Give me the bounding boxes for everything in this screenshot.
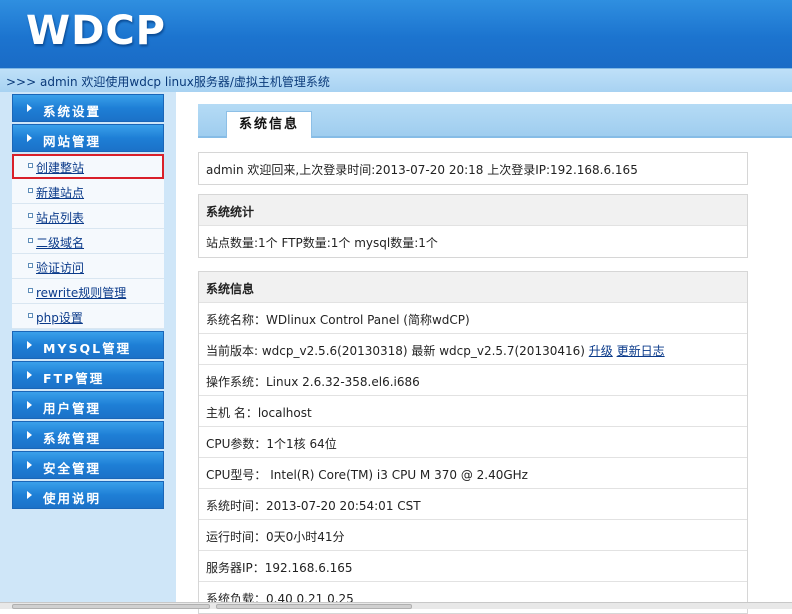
os-row: 操作系统：Linux 2.6.32-358.el6.i686 bbox=[199, 365, 747, 396]
sidebar-link[interactable]: 二级域名 bbox=[36, 234, 84, 251]
triangle-right-icon bbox=[27, 104, 32, 112]
stats-panel: 系统统计 站点数量:1个 FTP数量:1个 mysql数量:1个 bbox=[198, 194, 748, 258]
changelog-link[interactable]: 更新日志 bbox=[617, 344, 665, 358]
stats-header: 系统统计 bbox=[199, 195, 747, 226]
sidebar-link[interactable]: 验证访问 bbox=[36, 259, 84, 276]
sidebar-section-label: 网站管理 bbox=[43, 134, 102, 149]
sidebar-section-label: MYSQL管理 bbox=[43, 341, 132, 356]
uptime-text: 运行时间：0天0小时41分 bbox=[206, 530, 345, 544]
triangle-right-icon bbox=[27, 134, 32, 142]
system-info-header: 系统信息 bbox=[199, 272, 747, 303]
square-bullet-icon bbox=[28, 313, 33, 318]
login-info-text: admin 欢迎回来,上次登录时间:2013-07-20 20:18 上次登录I… bbox=[206, 163, 638, 177]
sidebar-item-create-full-site[interactable]: 创建整站 bbox=[12, 154, 164, 179]
upgrade-link[interactable]: 升级 bbox=[589, 344, 613, 358]
system-time-row: 系统时间：2013-07-20 20:54:01 CST bbox=[199, 489, 747, 520]
triangle-right-icon bbox=[27, 401, 32, 409]
sidebar-section-mysql[interactable]: MYSQL管理 bbox=[12, 331, 164, 359]
sidebar-section-help[interactable]: 使用说明 bbox=[12, 481, 164, 509]
square-bullet-icon bbox=[28, 238, 33, 243]
server-ip-row: 服务器IP：192.168.6.165 bbox=[199, 551, 747, 582]
cpu-params-text: CPU参数：1个1核 64位 bbox=[206, 437, 337, 451]
sidebar-section-label: 系统设置 bbox=[43, 104, 102, 119]
triangle-right-icon bbox=[27, 431, 32, 439]
login-info-row: admin 欢迎回来,上次登录时间:2013-07-20 20:18 上次登录I… bbox=[199, 153, 747, 184]
sidebar-menu: 系统设置 网站管理 创建整站 新建站点 站点列表 二级域名 验证访问 rewri… bbox=[12, 94, 164, 511]
sidebar-link[interactable]: 创建整站 bbox=[36, 159, 84, 176]
app-header: WDCP bbox=[0, 0, 792, 68]
system-name-text: 系统名称：WDlinux Control Panel (简称wdCP) bbox=[206, 313, 470, 327]
sidebar-link[interactable]: php设置 bbox=[36, 309, 83, 326]
version-text: 当前版本: wdcp_v2.5.6(20130318) 最新 wdcp_v2.5… bbox=[206, 344, 585, 358]
sidebar-item-new-site[interactable]: 新建站点 bbox=[12, 179, 164, 204]
site-management-submenu: 创建整站 新建站点 站点列表 二级域名 验证访问 rewrite规则管理 php… bbox=[12, 154, 164, 329]
sidebar-section-ftp[interactable]: FTP管理 bbox=[12, 361, 164, 389]
system-time-text: 系统时间：2013-07-20 20:54:01 CST bbox=[206, 499, 421, 513]
uptime-row: 运行时间：0天0小时41分 bbox=[199, 520, 747, 551]
sidebar-section-label: 用户管理 bbox=[43, 401, 102, 416]
hostname-text: 主机 名：localhost bbox=[206, 406, 312, 420]
stats-row: 站点数量:1个 FTP数量:1个 mysql数量:1个 bbox=[199, 226, 747, 257]
system-name-row: 系统名称：WDlinux Control Panel (简称wdCP) bbox=[199, 303, 747, 334]
cpu-model-text: CPU型号： Intel(R) Core(TM) i3 CPU M 370 @ … bbox=[206, 468, 528, 482]
square-bullet-icon bbox=[28, 213, 33, 218]
tab-bar: 系统信息 bbox=[198, 104, 792, 138]
os-text: 操作系统：Linux 2.6.32-358.el6.i686 bbox=[206, 375, 420, 389]
hostname-row: 主机 名：localhost bbox=[199, 396, 747, 427]
sidebar-section-system-settings[interactable]: 系统设置 bbox=[12, 94, 164, 122]
square-bullet-icon bbox=[28, 163, 33, 168]
main-content: 系统信息 admin 欢迎回来,上次登录时间:2013-07-20 20:18 … bbox=[176, 92, 792, 614]
sidebar-section-security[interactable]: 安全管理 bbox=[12, 451, 164, 479]
scrollbar-thumb-right[interactable] bbox=[216, 604, 412, 609]
wdcp-logo: WDCP bbox=[26, 8, 166, 54]
cpu-model-row: CPU型号： Intel(R) Core(TM) i3 CPU M 370 @ … bbox=[199, 458, 747, 489]
welcome-bar: >>> admin 欢迎使用wdcp linux服务器/虚拟主机管理系统 bbox=[0, 68, 792, 92]
scrollbar-thumb-left[interactable] bbox=[12, 604, 210, 609]
sidebar-link[interactable]: 新建站点 bbox=[36, 184, 84, 201]
system-info-title: 系统信息 bbox=[206, 282, 255, 296]
sidebar: 系统设置 网站管理 创建整站 新建站点 站点列表 二级域名 验证访问 rewri… bbox=[0, 92, 176, 609]
sidebar-section-label: 使用说明 bbox=[43, 491, 102, 506]
tab-system-info[interactable]: 系统信息 bbox=[226, 111, 313, 138]
login-info-panel: admin 欢迎回来,上次登录时间:2013-07-20 20:18 上次登录I… bbox=[198, 152, 748, 185]
stats-text: 站点数量:1个 FTP数量:1个 mysql数量:1个 bbox=[206, 236, 438, 250]
horizontal-scrollbar[interactable] bbox=[0, 602, 792, 609]
triangle-right-icon bbox=[27, 461, 32, 469]
stats-title: 系统统计 bbox=[206, 205, 255, 219]
sidebar-item-rewrite-rules[interactable]: rewrite规则管理 bbox=[12, 279, 164, 304]
welcome-text: >>> admin 欢迎使用wdcp linux服务器/虚拟主机管理系统 bbox=[6, 75, 330, 89]
sidebar-section-label: FTP管理 bbox=[43, 371, 105, 386]
sidebar-item-php-settings[interactable]: php设置 bbox=[12, 304, 164, 329]
sidebar-link[interactable]: rewrite规则管理 bbox=[36, 284, 126, 301]
version-row: 当前版本: wdcp_v2.5.6(20130318) 最新 wdcp_v2.5… bbox=[199, 334, 747, 365]
sidebar-link[interactable]: 站点列表 bbox=[36, 209, 84, 226]
triangle-right-icon bbox=[27, 491, 32, 499]
square-bullet-icon bbox=[28, 263, 33, 268]
sidebar-item-site-list[interactable]: 站点列表 bbox=[12, 204, 164, 229]
sidebar-section-users[interactable]: 用户管理 bbox=[12, 391, 164, 419]
square-bullet-icon bbox=[28, 188, 33, 193]
sidebar-section-label: 系统管理 bbox=[43, 431, 102, 446]
triangle-right-icon bbox=[27, 371, 32, 379]
triangle-right-icon bbox=[27, 341, 32, 349]
sidebar-item-subdomain[interactable]: 二级域名 bbox=[12, 229, 164, 254]
sidebar-section-label: 安全管理 bbox=[43, 461, 102, 476]
sidebar-item-auth-access[interactable]: 验证访问 bbox=[12, 254, 164, 279]
system-info-panel: 系统信息 系统名称：WDlinux Control Panel (简称wdCP)… bbox=[198, 271, 748, 614]
square-bullet-icon bbox=[28, 288, 33, 293]
version-line: 当前版本: wdcp_v2.5.6(20130318) 最新 wdcp_v2.5… bbox=[206, 342, 665, 359]
server-ip-text: 服务器IP：192.168.6.165 bbox=[206, 561, 353, 575]
sidebar-section-system[interactable]: 系统管理 bbox=[12, 421, 164, 449]
sidebar-section-site-management[interactable]: 网站管理 bbox=[12, 124, 164, 152]
cpu-params-row: CPU参数：1个1核 64位 bbox=[199, 427, 747, 458]
